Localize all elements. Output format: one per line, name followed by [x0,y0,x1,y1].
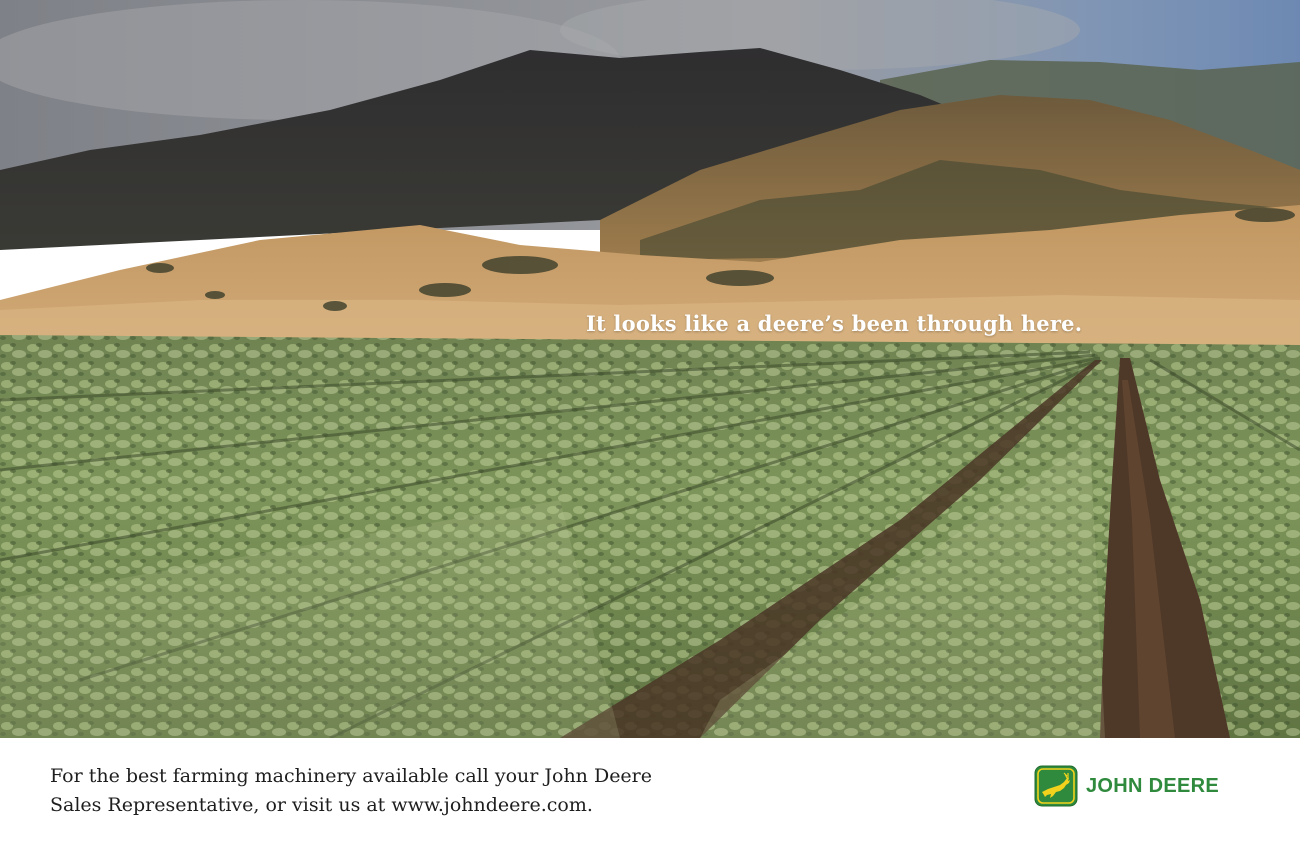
field-photo [0,0,1300,738]
brand-name: JOHN DEERE [1086,774,1220,797]
headline: It looks like a deere’s been through her… [586,311,1083,336]
footer: For the best farming machinery available… [0,738,1300,841]
advertisement: It looks like a deere’s been through her… [0,0,1300,841]
john-deere-logo: JOHN DEERE [1034,764,1219,808]
body-copy: For the best farming machinery available… [50,762,810,820]
body-line-2: Sales Representative, or visit us at www… [50,794,593,816]
leaping-deer-icon [1034,765,1078,807]
body-line-1: For the best farming machinery available… [50,765,653,787]
